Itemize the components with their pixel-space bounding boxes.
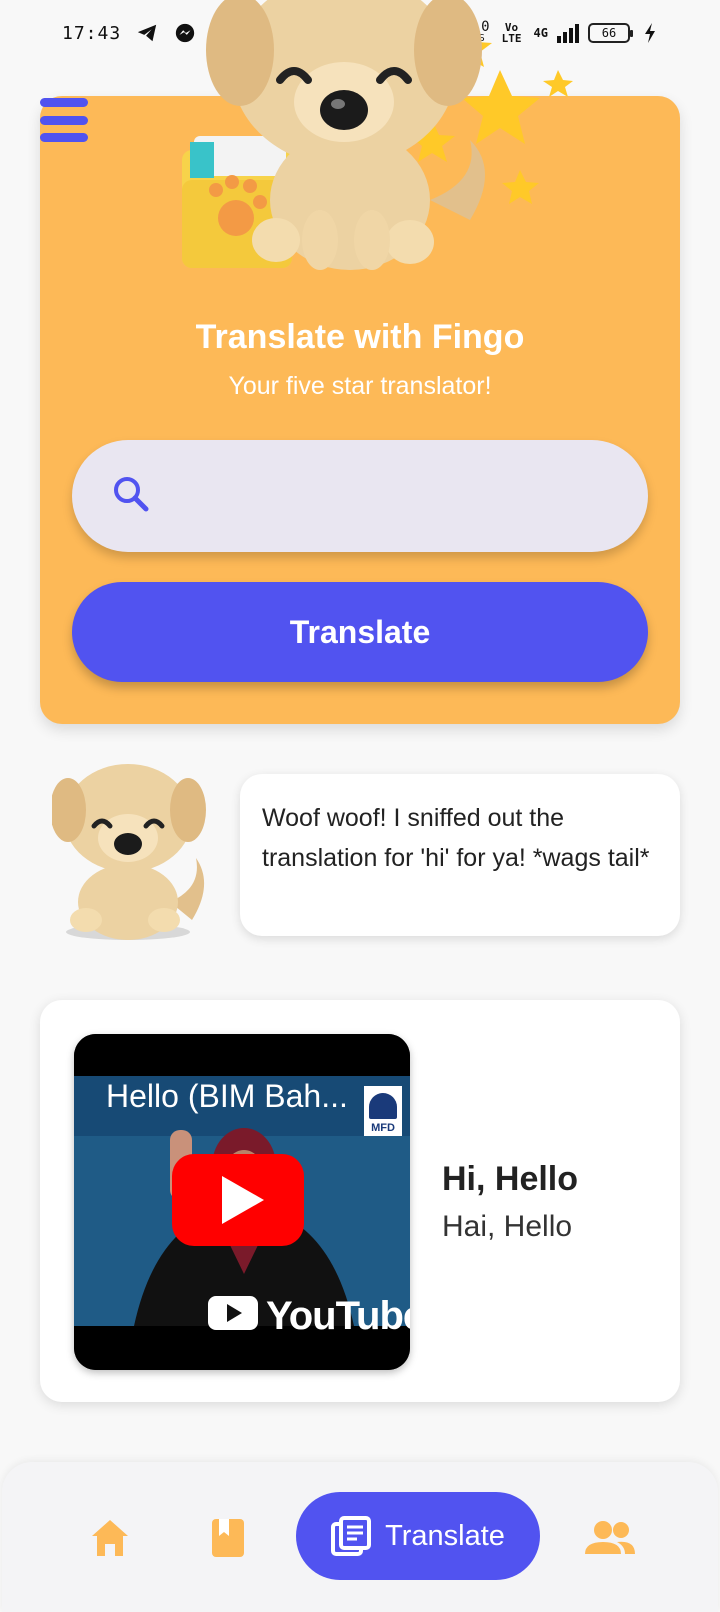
search-input[interactable]	[170, 466, 648, 526]
nav-community[interactable]	[584, 1516, 636, 1560]
nav-dictionary[interactable]	[208, 1516, 248, 1560]
result-english: Hi, Hello	[442, 1160, 579, 1198]
mascot-avatar	[52, 764, 206, 940]
video-title: Hello (BIM Bah...	[106, 1078, 348, 1114]
telegram-icon	[135, 21, 159, 45]
nav-translate[interactable]: Translate	[296, 1492, 540, 1580]
translate-icon	[331, 1516, 372, 1556]
mascot-speech-bubble: Woof woof! I sniffed out the translation…	[240, 774, 680, 936]
hero-title: Translate with Fingo	[195, 318, 525, 356]
search-icon	[112, 475, 150, 517]
people-icon	[585, 1521, 635, 1554]
menu-bar	[40, 133, 88, 142]
hero-subtitle: Your five star translator!	[228, 372, 492, 400]
menu-bar	[40, 98, 88, 107]
nav-home[interactable]	[90, 1516, 130, 1560]
status-time: 17:43	[62, 22, 122, 44]
translate-button[interactable]: Translate	[72, 582, 648, 682]
mascot-hero-illustration	[182, 0, 573, 270]
result-malay: Hai, Hello	[442, 1210, 573, 1243]
home-icon	[92, 1520, 128, 1556]
channel-logo: MFD	[364, 1086, 402, 1136]
channel-logo-shape	[369, 1093, 397, 1119]
youtube-wordmark: YouTube	[266, 1294, 410, 1338]
search-box[interactable]	[72, 440, 648, 552]
book-icon	[212, 1519, 244, 1557]
menu-bar	[40, 115, 88, 125]
menu-button[interactable]	[40, 96, 88, 144]
charging-icon	[638, 21, 662, 45]
nav-translate-label: Translate	[385, 1519, 505, 1552]
video-thumbnail[interactable]: Hello (BIM Bah... MFD YouTube	[74, 1034, 410, 1370]
